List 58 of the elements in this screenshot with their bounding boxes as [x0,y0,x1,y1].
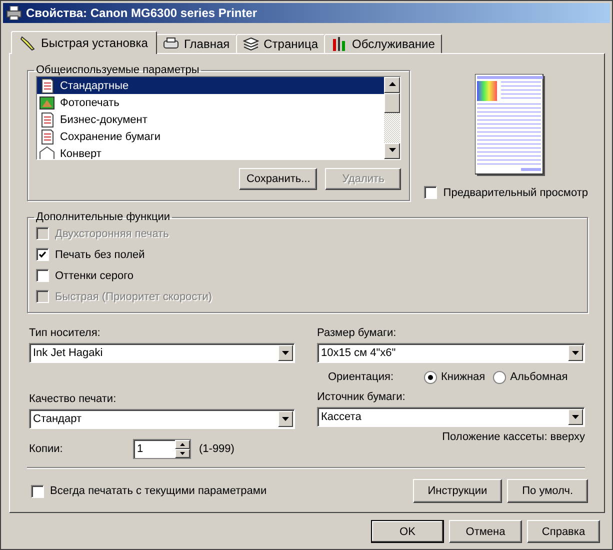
checkbox-label: Оттенки серого [55,270,134,282]
paper-source-dropdown[interactable]: Кассета [317,407,585,427]
list-item[interactable]: Стандартные [37,77,384,94]
radio-label: Книжная [441,371,486,383]
checkbox-label: Всегда печатать с текущими параметрами [50,485,267,497]
check-icon [39,251,46,258]
radio-label: Альбомная [510,371,568,383]
field-label: Тип носителя: [29,327,102,341]
checkbox[interactable] [36,269,49,282]
down-arrow-icon [180,452,185,455]
tab[interactable]: Обслуживание [324,34,442,53]
up-arrow-icon [180,443,185,446]
group-title: Дополнительные функции [35,211,172,223]
panel-button[interactable]: Инструкции [412,479,502,503]
checkbox-label: Быстрая (Приоритет скорости) [55,290,212,302]
checkbox-label: Двухсторонняя печать [55,228,169,240]
paper-size-dropdown[interactable]: 10x15 см 4"x6" [317,343,585,363]
checkbox[interactable] [36,248,49,261]
field-label: Размер бумаги: [317,327,398,341]
window-title: Свойства: Canon MG6300 series Printer [26,6,258,20]
media-type-dropdown[interactable]: Ink Jet Hagaki [29,343,295,363]
checkbox-label: Предварительный просмотр [443,186,588,198]
dialog-button[interactable]: Справка [527,520,600,543]
scrollbar[interactable] [384,77,400,159]
radio-button[interactable] [424,370,437,384]
list-item[interactable]: Фотопечать [37,94,384,111]
stack-icon [242,37,259,51]
wand-icon [20,35,36,51]
copies-spinbox[interactable]: 1 [133,439,191,459]
tab[interactable]: Быстрая установка [11,31,157,54]
cassette-note: Положение кассеты: вверху [441,431,585,443]
radio-button[interactable] [493,370,506,384]
preset-button[interactable]: Сохранить... [239,168,318,190]
up-arrow-icon [388,82,396,86]
photo-icon [39,95,55,111]
panel-button[interactable]: По умолч. [507,479,588,503]
field-label: Источник бумаги: [317,391,406,405]
list-item[interactable]: Бизнес-документ [37,111,384,128]
scroll-thumb[interactable] [384,93,400,113]
checkbox[interactable] [424,186,438,199]
field-label: Качество печати: [29,393,118,407]
group-title: Общеиспользуемые параметры [35,64,200,76]
checkbox-label: Печать без полей [55,248,145,260]
dialog-button[interactable]: Отмена [449,520,522,543]
printer-icon [6,6,22,20]
printer-icon [162,37,179,51]
document-icon [39,129,55,145]
dialog-button[interactable]: OK [371,520,444,543]
list-item[interactable]: Сохранение бумаги [37,128,384,145]
document-icon [39,112,55,128]
list-item[interactable]: Конверт [37,145,384,159]
copies-range: (1-999) [199,443,234,455]
field-label: Копии: [29,443,64,455]
down-arrow-icon [388,148,396,152]
tab[interactable]: Страница [236,34,326,53]
field-label: Ориентация: [328,371,395,383]
print-quality-dropdown[interactable]: Стандарт [29,409,295,429]
checkbox[interactable] [31,484,44,498]
